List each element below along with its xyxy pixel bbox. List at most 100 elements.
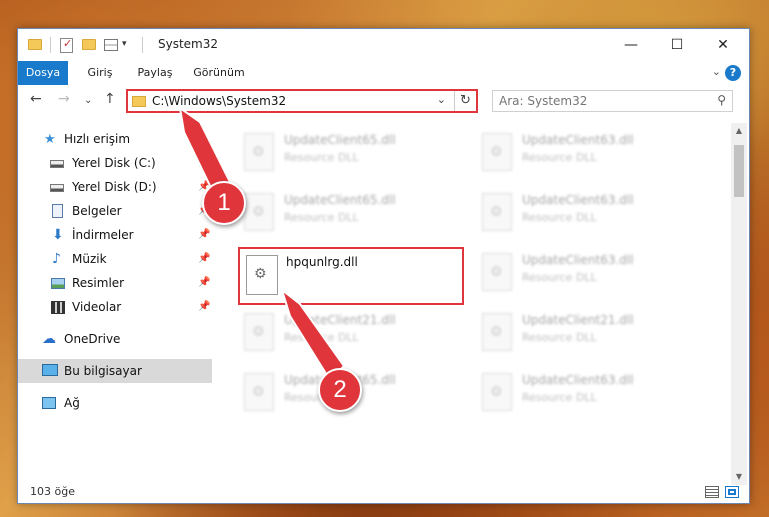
search-box[interactable]: ⚲ — [492, 90, 733, 112]
file-type: Resource DLL — [522, 271, 597, 284]
file-name: UpdateClient21.dll — [522, 313, 634, 327]
list-item[interactable]: UpdateClient63.dll Resource DLL — [474, 187, 694, 239]
list-item[interactable]: UpdateClient65.dll Resource DLL — [236, 187, 456, 239]
step-1-badge: 1 — [202, 181, 246, 225]
quick-access-dropdown-icon[interactable]: ▾ — [122, 39, 127, 55]
close-button[interactable]: ✕ — [700, 29, 746, 61]
dll-file-icon — [482, 373, 512, 411]
minimize-button[interactable]: — — [608, 29, 654, 61]
disk-icon — [50, 184, 64, 192]
window-title: System32 — [158, 37, 219, 51]
list-item[interactable]: UpdateClient65.dll Resource DLL — [236, 127, 456, 179]
pin-icon[interactable]: 📌 — [198, 247, 210, 271]
toolbar-separator — [142, 37, 143, 53]
tab-giris[interactable]: Giriş — [78, 61, 122, 85]
list-item[interactable]: UpdateClient21.dll Resource DLL — [474, 307, 694, 359]
large-icons-view-icon[interactable] — [725, 486, 739, 498]
folder-icon — [132, 96, 146, 107]
new-folder-icon[interactable] — [82, 39, 96, 50]
sidebar-item-local-disk-d[interactable]: Yerel Disk (D:) 📌 — [18, 175, 212, 199]
pictures-icon — [51, 278, 65, 289]
back-button[interactable]: ← — [30, 91, 42, 107]
file-name: UpdateClient63.dll — [522, 373, 634, 387]
video-icon — [51, 301, 65, 314]
sidebar-item-local-disk-c[interactable]: Yerel Disk (C:) 📌 — [18, 151, 212, 175]
pin-icon[interactable]: 📌 — [198, 295, 210, 319]
pin-icon[interactable]: 📌 — [198, 151, 210, 175]
item-count: 103 öğe — [30, 485, 75, 498]
sidebar-item-this-pc[interactable]: Bu bilgisayar — [18, 359, 212, 383]
explorer-window: ▾ System32 — ☐ ✕ Dosya Giriş Paylaş Görü… — [17, 28, 750, 504]
pin-icon[interactable]: 📌 — [198, 271, 210, 295]
address-dropdown-icon[interactable]: ⌄ — [437, 93, 446, 106]
file-name: UpdateClient65.dll — [284, 133, 396, 147]
details-view-icon[interactable] — [705, 486, 719, 498]
dll-file-icon — [246, 255, 278, 295]
file-type: Resource DLL — [284, 151, 359, 164]
sidebar-item-label: Ağ — [64, 396, 80, 410]
help-icon[interactable]: ? — [725, 65, 741, 81]
list-item[interactable]: UpdateClient63.dll Resource DLL — [474, 247, 694, 299]
search-input[interactable] — [499, 93, 699, 109]
file-name: UpdateClient21.dll — [284, 313, 396, 327]
maximize-button[interactable]: ☐ — [654, 29, 700, 61]
sidebar-item-label: Yerel Disk (D:) — [72, 180, 157, 194]
sidebar-item-music[interactable]: ♪ Müzik 📌 — [18, 247, 212, 271]
sidebar-item-label: Yerel Disk (C:) — [72, 156, 156, 170]
navigation-bar: ← → ⌄ ↑ C:\Windows\System32 ⌄ ↻ ⚲ — [18, 87, 749, 117]
sidebar-item-downloads[interactable]: ⬇ İndirmeler 📌 — [18, 223, 212, 247]
sidebar-item-network[interactable]: Ağ — [18, 391, 212, 415]
cloud-icon: ☁ — [42, 331, 56, 347]
file-list: UpdateClient65.dll Resource DLL UpdateCl… — [230, 123, 730, 483]
dll-file-icon — [244, 133, 274, 171]
folder-icon — [28, 39, 42, 50]
file-name: hpqunlrg.dll — [286, 255, 358, 269]
file-type: Resource DLL — [522, 151, 597, 164]
dll-file-icon — [482, 133, 512, 171]
dll-file-icon — [482, 313, 512, 351]
up-button[interactable]: ↑ — [104, 91, 116, 107]
sidebar-item-label: Hızlı erişim — [64, 132, 131, 146]
sidebar-item-quick-access[interactable]: ★ Hızlı erişim — [18, 127, 212, 151]
customize-icon[interactable] — [104, 39, 118, 51]
download-icon: ⬇ — [52, 227, 64, 243]
status-bar: 103 öğe — [18, 481, 749, 503]
tab-dosya[interactable]: Dosya — [18, 61, 68, 85]
sidebar-item-label: Müzik — [72, 252, 107, 266]
vertical-scrollbar[interactable]: ▲ ▼ — [731, 123, 747, 485]
list-item[interactable]: UpdateClient63.dll Resource DLL — [474, 367, 694, 419]
sidebar-item-documents[interactable]: Belgeler 📌 — [18, 199, 212, 223]
file-type: Resource DLL — [522, 391, 597, 404]
pin-icon[interactable]: 📌 — [198, 223, 210, 247]
file-type: Resource DLL — [284, 211, 359, 224]
scroll-up-icon[interactable]: ▲ — [731, 123, 747, 139]
refresh-button[interactable]: ↻ — [454, 91, 476, 111]
search-icon[interactable]: ⚲ — [717, 93, 726, 107]
highlighted-file-item[interactable]: hpqunlrg.dll — [238, 247, 464, 305]
sidebar-item-onedrive[interactable]: ☁ OneDrive — [18, 327, 212, 351]
dll-file-icon — [244, 193, 274, 231]
file-type: Resource DLL — [522, 331, 597, 344]
file-type: Resource DLL — [522, 211, 597, 224]
network-icon — [42, 397, 56, 409]
recent-locations-button[interactable]: ⌄ — [84, 95, 92, 106]
toolbar-separator — [50, 37, 51, 53]
address-bar[interactable]: C:\Windows\System32 ⌄ ↻ — [126, 89, 478, 113]
list-item[interactable]: UpdateClient63.dll Resource DLL — [474, 127, 694, 179]
list-item[interactable]: UpdateClient21.dll Resource DLL — [236, 307, 456, 359]
properties-check-icon[interactable] — [60, 37, 73, 53]
tab-paylas[interactable]: Paylaş — [130, 61, 180, 85]
ribbon-expand-icon[interactable]: ⌄ — [712, 65, 721, 78]
document-icon — [52, 204, 63, 218]
sidebar-item-pictures[interactable]: Resimler 📌 — [18, 271, 212, 295]
disk-icon — [50, 160, 64, 168]
ribbon-tabs: Dosya Giriş Paylaş Görünüm ⌄ ? — [18, 61, 749, 85]
sidebar-item-label: Videolar — [72, 300, 122, 314]
forward-button[interactable]: → — [58, 91, 70, 107]
address-path[interactable]: C:\Windows\System32 — [152, 94, 286, 108]
dll-file-icon — [482, 193, 512, 231]
sidebar-item-videos[interactable]: Videolar 📌 — [18, 295, 212, 319]
tab-gorunum[interactable]: Görünüm — [188, 61, 250, 85]
scroll-thumb[interactable] — [734, 145, 744, 197]
sidebar-item-label: Belgeler — [72, 204, 122, 218]
